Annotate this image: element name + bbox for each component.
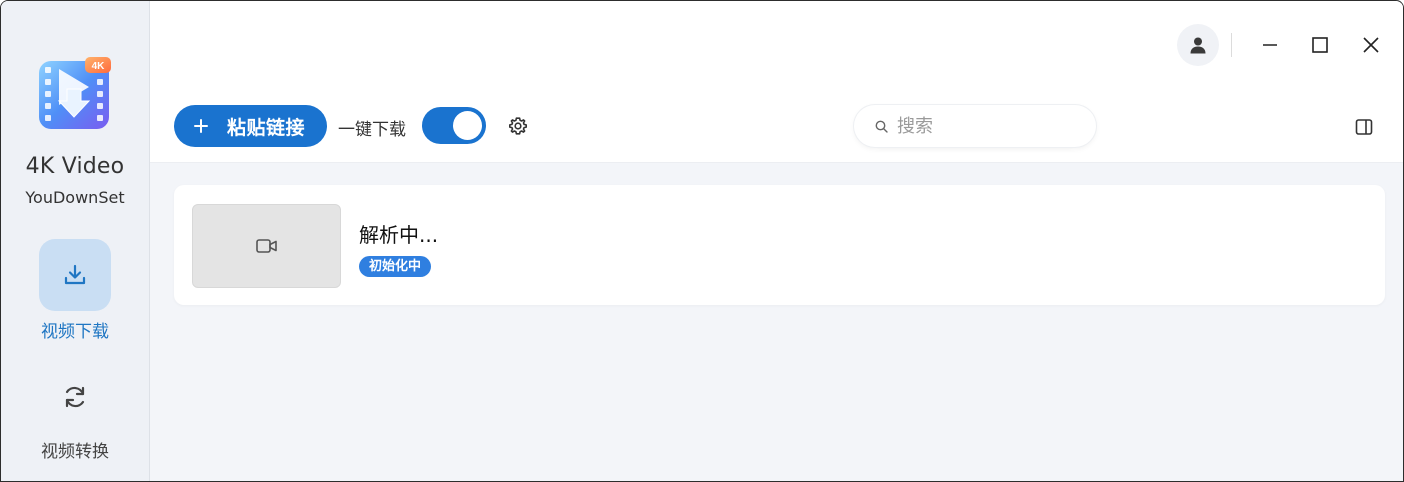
minimize-button[interactable] bbox=[1254, 29, 1286, 61]
one-click-download-toggle[interactable] bbox=[422, 107, 486, 144]
title-bar bbox=[150, 1, 1403, 91]
status-badge: 初始化中 bbox=[359, 256, 432, 277]
paste-link-button[interactable]: 粘贴链接 bbox=[174, 105, 327, 147]
app-subname: YouDownSet bbox=[25, 188, 125, 207]
user-icon bbox=[1190, 37, 1206, 54]
download-task-card[interactable]: 解析中... 初始化中 bbox=[174, 185, 1385, 305]
sidebar: 4K 4K Video YouDownSet 视频下载 视频转换 bbox=[1, 1, 150, 481]
search-box bbox=[854, 105, 1096, 147]
close-button[interactable] bbox=[1355, 29, 1387, 61]
gear-icon bbox=[509, 117, 527, 135]
titlebar-divider bbox=[1231, 33, 1232, 57]
user-avatar-button[interactable] bbox=[1177, 24, 1219, 66]
download-list: 解析中... 初始化中 bbox=[150, 163, 1403, 481]
paste-link-label: 粘贴链接 bbox=[227, 116, 306, 139]
video-camera-icon bbox=[255, 239, 277, 253]
search-icon bbox=[874, 119, 888, 133]
toggle-knob bbox=[453, 111, 482, 140]
video-thumbnail-placeholder bbox=[192, 204, 341, 288]
one-click-download-label: 一键下载 bbox=[338, 120, 406, 140]
sidebar-item-video-download[interactable]: 视频下载 bbox=[1, 239, 149, 349]
toggle-panel-button[interactable] bbox=[1353, 116, 1375, 138]
logo-badge: 4K bbox=[92, 61, 106, 72]
maximize-button[interactable] bbox=[1304, 29, 1336, 61]
sidebar-item-video-convert[interactable]: 视频转换 bbox=[1, 361, 149, 471]
download-icon bbox=[39, 239, 111, 311]
sidebar-item-label: 视频转换 bbox=[41, 442, 109, 462]
settings-button[interactable] bbox=[507, 115, 529, 137]
close-icon bbox=[1363, 37, 1379, 53]
sidebar-item-label: 视频下载 bbox=[41, 322, 109, 342]
app-name: 4K Video bbox=[25, 154, 125, 179]
maximize-icon bbox=[1312, 37, 1328, 53]
plus-icon bbox=[192, 117, 210, 135]
toolbar: 粘贴链接 一键下载 bbox=[150, 91, 1403, 163]
app-logo: 4K bbox=[37, 57, 111, 131]
search-input[interactable] bbox=[897, 115, 1077, 137]
minimize-icon bbox=[1263, 44, 1277, 46]
refresh-icon bbox=[39, 361, 111, 433]
task-title: 解析中... bbox=[359, 223, 439, 247]
app-window: 4K 4K Video YouDownSet 视频下载 视频转换 粘贴链接 一键… bbox=[0, 0, 1404, 482]
sidebar-panel-icon bbox=[1355, 119, 1373, 135]
